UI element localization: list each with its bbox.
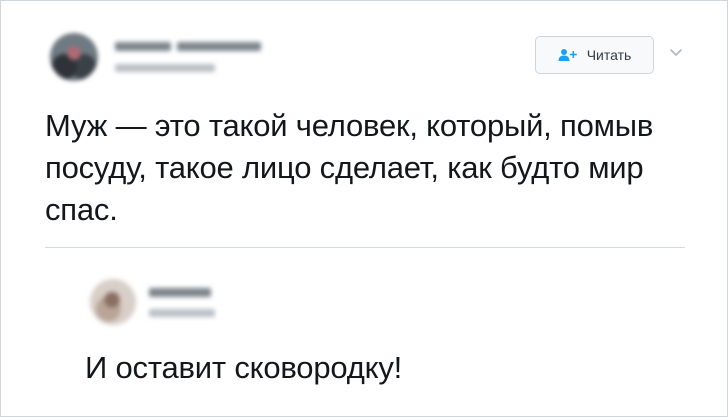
divider [45, 247, 685, 248]
tweet-text: Муж — это такой человек, который, помыв … [45, 108, 654, 227]
author-avatar[interactable] [50, 33, 98, 81]
tweet-card: Читать Муж — это такой человек, который,… [0, 0, 728, 417]
chevron-down-icon[interactable] [668, 46, 684, 58]
reply-text: И оставит сковородку! [85, 350, 403, 385]
reply-author-handle-blurred[interactable] [149, 309, 215, 317]
reply-author-avatar[interactable] [90, 279, 136, 325]
follow-button-label: Читать [586, 47, 632, 63]
author-name-blurred-2[interactable] [177, 42, 261, 51]
person-add-icon [558, 48, 578, 62]
reply-author-name-blurred[interactable] [149, 288, 211, 297]
follow-button[interactable]: Читать [535, 36, 654, 74]
author-name-blurred[interactable] [115, 42, 171, 51]
author-handle-blurred[interactable] [115, 64, 215, 72]
